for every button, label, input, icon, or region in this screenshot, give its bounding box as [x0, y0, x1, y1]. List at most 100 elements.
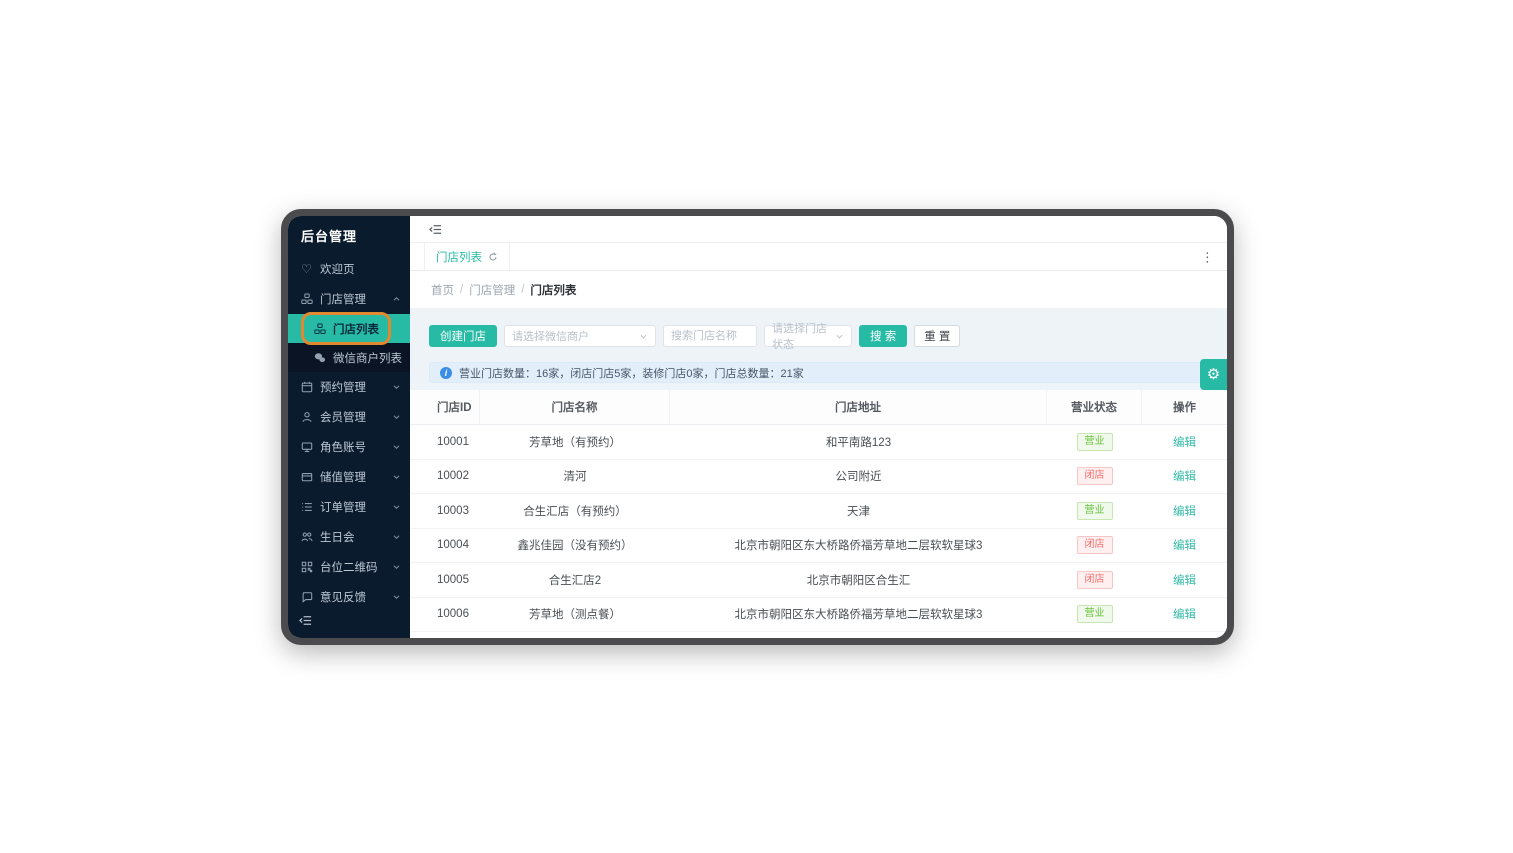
edit-link[interactable]: 编辑 — [1173, 609, 1196, 621]
store-table: 门店ID 门店名称 门店地址 营业状态 操作 10001 芳草地（有预约） 和平… — [410, 390, 1227, 638]
sidebar-item-order-management[interactable]: 订单管理 — [288, 492, 410, 522]
list-icon — [300, 501, 313, 514]
user-icon — [300, 411, 313, 424]
app-title: 后台管理 — [288, 216, 410, 254]
filter-row: 创建门店 请选择微信商户 请选择门店状态 搜 索 重 置 — [429, 325, 1209, 347]
tab-store-list[interactable]: 门店列表 — [424, 243, 510, 270]
sidebar-item-store-list[interactable]: 门店列表 — [288, 314, 410, 343]
edit-link[interactable]: 编辑 — [1173, 471, 1196, 483]
edit-link[interactable]: 编辑 — [1173, 506, 1196, 518]
sidebar-item-label: 角色账号 — [320, 439, 366, 455]
store-name: 芳草地（有预约） — [480, 434, 670, 450]
sidebar-item-stored-value[interactable]: 储值管理 — [288, 462, 410, 492]
chevron-down-icon — [392, 383, 401, 392]
sidebar-fold-icon[interactable] — [299, 614, 312, 632]
sidebar-item-label: 微信商户列表 — [333, 350, 402, 366]
chevron-down-icon — [639, 332, 648, 341]
table-row: 10002 清河 公司附近 闭店 编辑 — [410, 460, 1227, 495]
store-address: 天津 — [670, 503, 1047, 519]
store-id: 10006 — [410, 608, 480, 620]
create-store-button[interactable]: 创建门店 — [429, 325, 497, 347]
store-icon — [313, 322, 326, 335]
chevron-down-icon — [392, 413, 401, 422]
settings-flyout-button[interactable]: ⚙ — [1200, 359, 1227, 390]
store-address: 和平南路123 — [670, 434, 1047, 450]
sidebar-item-label: 订单管理 — [320, 499, 366, 515]
sidebar-item-booking-management[interactable]: 预约管理 — [288, 372, 410, 402]
edit-link[interactable]: 编辑 — [1173, 575, 1196, 587]
reset-button[interactable]: 重 置 — [914, 325, 960, 347]
header-store-id: 门店ID — [410, 390, 480, 424]
chevron-down-icon — [392, 533, 401, 542]
header-store-address: 门店地址 — [670, 390, 1047, 424]
tab-bar: 门店列表 ⋮ — [410, 243, 1227, 271]
store-name-search-input[interactable] — [663, 325, 757, 347]
store-id: 10002 — [410, 470, 480, 482]
sidebar-item-birthday-party[interactable]: 生日会 — [288, 522, 410, 552]
wechat-icon — [313, 351, 326, 364]
breadcrumb: 首页 / 门店管理 / 门店列表 — [410, 271, 1227, 308]
chevron-down-icon — [392, 563, 401, 572]
store-count-alert: i 营业门店数量：16家，闭店门店5家，装修门店0家，门店总数量：21家 — [429, 362, 1209, 383]
top-header-bar — [410, 216, 1227, 243]
table-row: 10003 合生汇店（有预约） 天津 营业 编辑 — [410, 494, 1227, 529]
sidebar-item-label: 门店管理 — [320, 291, 366, 307]
edit-link[interactable]: 编辑 — [1173, 540, 1196, 552]
filter-section: 创建门店 请选择微信商户 请选择门店状态 搜 索 重 置 — [410, 308, 1227, 390]
sidebar: 后台管理 ♡ 欢迎页 门店管理 门店列表 — [288, 216, 410, 638]
edit-link[interactable]: 编辑 — [1173, 437, 1196, 449]
sidebar-item-label: 会员管理 — [320, 409, 366, 425]
store-name: 合生汇店2 — [480, 572, 670, 588]
sidebar-item-label: 储值管理 — [320, 469, 366, 485]
calendar-icon — [300, 381, 313, 394]
breadcrumb-store-management[interactable]: 门店管理 — [469, 282, 515, 298]
sidebar-item-feedback[interactable]: 意见反馈 — [288, 582, 410, 612]
status-badge: 营业 — [1077, 433, 1113, 451]
status-badge: 营业 — [1077, 502, 1113, 520]
collapse-sidebar-icon[interactable] — [429, 223, 442, 236]
chevron-down-icon — [392, 503, 401, 512]
sidebar-item-role-accounts[interactable]: 角色账号 — [288, 432, 410, 462]
store-icon — [300, 293, 313, 306]
merchant-select-placeholder: 请选择微信商户 — [512, 328, 589, 344]
search-button[interactable]: 搜 索 — [859, 325, 907, 347]
monitor-icon — [300, 441, 313, 454]
store-count-alert-text: 营业门店数量：16家，闭店门店5家，装修门店0家，门店总数量：21家 — [459, 365, 804, 381]
store-address: 公司附近 — [670, 468, 1047, 484]
chevron-down-icon — [392, 443, 401, 452]
sidebar-item-wechat-merchants[interactable]: 微信商户列表 — [288, 343, 410, 372]
sidebar-item-member-management[interactable]: 会员管理 — [288, 402, 410, 432]
table-header-row: 门店ID 门店名称 门店地址 营业状态 操作 — [410, 390, 1227, 425]
store-name: 清河 — [480, 468, 670, 484]
sidebar-item-table-qrcode[interactable]: 台位二维码 — [288, 552, 410, 582]
sidebar-item-label: 台位二维码 — [320, 559, 378, 575]
table-row: 10005 合生汇店2 北京市朝阳区合生汇 闭店 编辑 — [410, 563, 1227, 598]
app-window: 后台管理 ♡ 欢迎页 门店管理 门店列表 — [281, 209, 1234, 645]
gear-icon: ⚙ — [1207, 367, 1220, 382]
store-address: 北京市朝阳区东大桥路侨福芳草地二层软软星球3 — [670, 606, 1047, 622]
chat-icon — [300, 591, 313, 604]
breadcrumb-current: 门店列表 — [530, 282, 576, 298]
sidebar-item-label: 预约管理 — [320, 379, 366, 395]
refresh-icon[interactable] — [488, 252, 498, 262]
store-name: 鑫兆佳园（没有预约） — [480, 537, 670, 553]
merchant-select[interactable]: 请选择微信商户 — [504, 325, 656, 347]
header-store-name: 门店名称 — [480, 390, 670, 424]
tab-options-icon[interactable]: ⋮ — [1201, 250, 1214, 263]
sidebar-item-store-management[interactable]: 门店管理 — [288, 284, 410, 314]
chevron-up-icon — [392, 295, 401, 304]
store-status-select[interactable]: 请选择门店状态 — [764, 325, 852, 347]
chevron-down-icon — [392, 473, 401, 482]
chevron-down-icon — [392, 593, 401, 602]
header-store-status: 营业状态 — [1047, 390, 1142, 424]
sidebar-item-label: 意见反馈 — [320, 589, 366, 605]
sidebar-item-label: 欢迎页 — [320, 261, 355, 277]
people-icon — [300, 531, 313, 544]
info-icon: i — [440, 367, 452, 379]
store-id: 10001 — [410, 436, 480, 448]
status-badge: 营业 — [1077, 605, 1113, 623]
tab-label: 门店列表 — [436, 249, 482, 265]
sidebar-item-welcome[interactable]: ♡ 欢迎页 — [288, 254, 410, 284]
store-submenu: 门店列表 微信商户列表 — [288, 314, 410, 372]
breadcrumb-home[interactable]: 首页 — [431, 282, 454, 298]
